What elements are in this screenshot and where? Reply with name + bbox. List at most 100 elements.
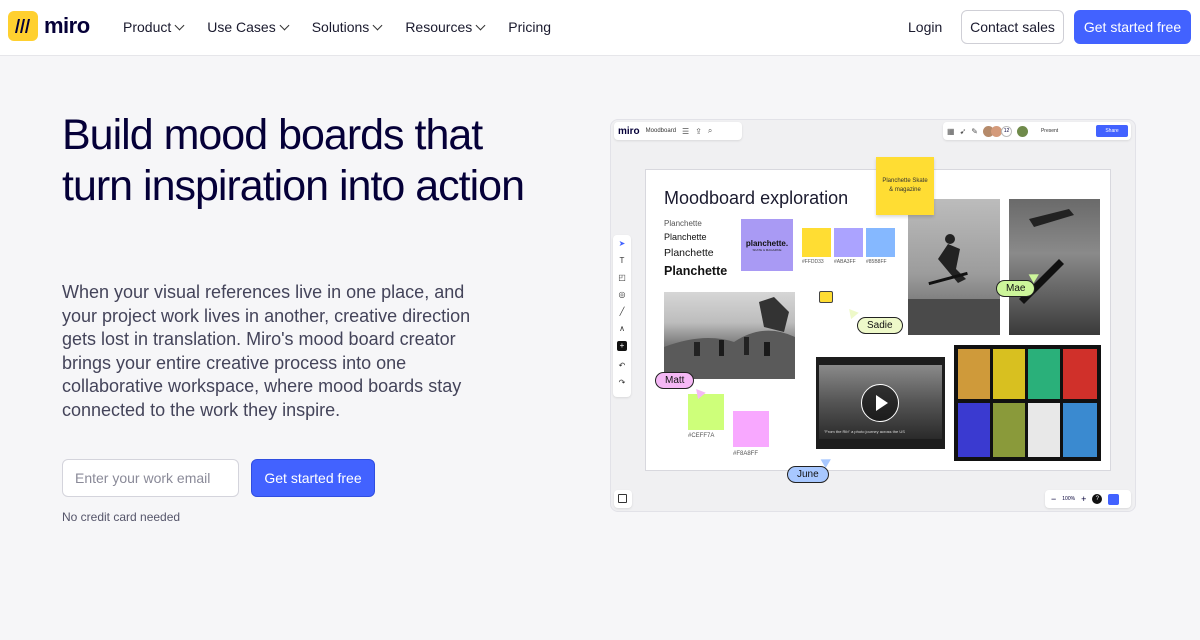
miro-logo[interactable]: miro bbox=[8, 11, 90, 41]
get-started-nav-button[interactable]: Get started free bbox=[1074, 10, 1191, 44]
collaborator-cursor-sadie: Sadie bbox=[857, 317, 903, 334]
select-tool-icon: ➤ bbox=[618, 239, 626, 248]
color-sticky bbox=[733, 411, 769, 447]
menu-item-label: Pricing bbox=[508, 19, 552, 35]
font-sample: Planchette bbox=[664, 219, 702, 228]
board-topbar-right: ▦ ➹ ✎ 12 Present Share bbox=[943, 122, 1131, 140]
collaborator-cursor-june: June bbox=[787, 466, 829, 483]
login-link[interactable]: Login bbox=[908, 19, 942, 35]
celebrate-icon: ✎ bbox=[971, 126, 978, 136]
chevron-down-icon bbox=[475, 20, 486, 30]
help-icon-label: ? bbox=[1095, 496, 1099, 502]
play-icon bbox=[861, 384, 899, 422]
main-menu: Product Use Cases Solutions Resources Pr… bbox=[123, 19, 575, 35]
email-input[interactable] bbox=[62, 459, 239, 497]
board-name: Moodboard bbox=[645, 128, 677, 134]
video-caption: "From the Rib" a photo journey across th… bbox=[824, 429, 905, 434]
font-sample: Planchette bbox=[664, 247, 714, 259]
upload-icon: ⇪ bbox=[695, 126, 702, 136]
avatar-count: 12 bbox=[1000, 125, 1012, 137]
share-button-label: Share bbox=[1105, 128, 1119, 134]
poster-tile bbox=[1063, 349, 1097, 399]
no-credit-card-note: No credit card needed bbox=[62, 510, 181, 524]
sticky-note-text: Planchette Skate & magazine bbox=[882, 178, 928, 193]
menu-item-use-cases[interactable]: Use Cases bbox=[207, 19, 290, 35]
avatar bbox=[1016, 125, 1028, 137]
menu-icon: ☰ bbox=[682, 126, 690, 136]
collaborator-name: June bbox=[797, 469, 819, 480]
shape-tool-icon: ◎ bbox=[618, 290, 626, 299]
menu-item-solutions[interactable]: Solutions bbox=[311, 19, 383, 35]
skater-jump-photo bbox=[908, 199, 1000, 335]
moodboard-preview: miro Moodboard ☰ ⇪ ⌕ ▦ ➹ ✎ 12 Present Sh… bbox=[610, 119, 1136, 512]
brand-logo-text: planchette. bbox=[745, 238, 789, 248]
color-sticky-label: #F8A8FF bbox=[733, 451, 759, 457]
pen-tool-icon: ╱ bbox=[619, 307, 625, 316]
present-button: Present bbox=[1040, 128, 1059, 134]
zoom-level: 100% bbox=[1062, 496, 1076, 502]
sidebar-icon bbox=[618, 494, 627, 503]
hero-headline: Build mood boards that turn inspiration … bbox=[62, 111, 525, 210]
chevron-down-icon bbox=[174, 20, 185, 30]
top-navigation: miro Product Use Cases Solutions Resourc… bbox=[0, 0, 1200, 56]
collaborator-name: Mae bbox=[1006, 283, 1026, 294]
add-tool-icon: + bbox=[617, 341, 627, 351]
skateboard-shadow-photo bbox=[1009, 199, 1100, 335]
color-swatch bbox=[834, 228, 863, 257]
share-button: Share bbox=[1096, 125, 1128, 137]
contact-sales-button[interactable]: Contact sales bbox=[961, 10, 1064, 44]
poster-collage bbox=[954, 345, 1101, 461]
comment-icon bbox=[819, 291, 833, 303]
get-started-hero-button[interactable]: Get started free bbox=[251, 459, 375, 497]
board-app-name: miro bbox=[618, 125, 640, 137]
poster-tile bbox=[958, 349, 990, 399]
undo-icon: ↶ bbox=[618, 361, 626, 370]
cursor-arrow-icon bbox=[845, 305, 859, 320]
hero-description: When your visual references live in one … bbox=[62, 282, 471, 420]
redo-icon: ↷ bbox=[618, 378, 626, 387]
poster-tile bbox=[1028, 349, 1060, 399]
comment-tool-icon: ∧ bbox=[619, 324, 625, 333]
logo-text: miro bbox=[44, 13, 90, 38]
menu-item-label: Resources bbox=[405, 19, 473, 35]
board-canvas: Moodboard exploration Planchette Planche… bbox=[645, 157, 1111, 483]
collaborator-cursor-matt: Matt bbox=[655, 372, 695, 389]
magic-icon bbox=[1108, 493, 1120, 505]
board-panel-toggle bbox=[614, 490, 632, 508]
color-sticky bbox=[688, 394, 724, 430]
board-left-toolbar: ➤ T ◰ ◎ ╱ ∧ + ↶ ↷ bbox=[613, 235, 631, 397]
collaborator-name: Matt bbox=[665, 375, 685, 386]
color-sticky-label: #CEFF7A bbox=[688, 433, 715, 439]
help-icon: ? bbox=[1092, 494, 1103, 504]
menu-item-pricing[interactable]: Pricing bbox=[508, 19, 551, 35]
zoom-in-icon: + bbox=[1081, 494, 1087, 504]
sticky-tool-icon: ◰ bbox=[618, 273, 626, 282]
menu-item-label: Product bbox=[123, 19, 172, 35]
chevron-down-icon bbox=[279, 20, 290, 30]
brand-logo-tile: planchette. SKATE & MAGAZINE bbox=[741, 219, 793, 271]
board-zoom-controls: − 100% + ? bbox=[1045, 490, 1131, 508]
sticky-note: Planchette Skate & magazine bbox=[876, 157, 934, 215]
skatepark-photo bbox=[664, 292, 795, 379]
cursor-icon: ➹ bbox=[959, 126, 967, 136]
menu-item-label: Use Cases bbox=[207, 19, 276, 35]
menu-item-product[interactable]: Product bbox=[123, 19, 185, 35]
menu-item-resources[interactable]: Resources bbox=[405, 19, 486, 35]
color-swatch bbox=[802, 228, 831, 257]
apps-icon: ▦ bbox=[947, 126, 955, 136]
menu-item-label: Solutions bbox=[311, 19, 370, 35]
canvas-title: Moodboard exploration bbox=[664, 188, 849, 208]
font-sample: Planchette bbox=[664, 232, 707, 242]
brand-logo-subtitle: SKATE & MAGAZINE bbox=[752, 247, 782, 252]
color-swatch bbox=[866, 228, 895, 257]
text-tool-icon: T bbox=[619, 256, 625, 265]
board-topbar-left: miro Moodboard ☰ ⇪ ⌕ bbox=[614, 122, 742, 140]
chevron-down-icon bbox=[372, 20, 383, 30]
miro-logo-icon bbox=[8, 11, 38, 41]
collaborator-name: Sadie bbox=[867, 320, 893, 331]
video-player: "From the Rib" a photo journey across th… bbox=[816, 357, 945, 449]
color-swatch-label: #FFDD33 bbox=[802, 259, 824, 265]
font-sample: Planchette bbox=[664, 264, 728, 278]
poster-tile bbox=[958, 403, 990, 457]
color-swatch-label: #85B8FF bbox=[866, 259, 887, 265]
